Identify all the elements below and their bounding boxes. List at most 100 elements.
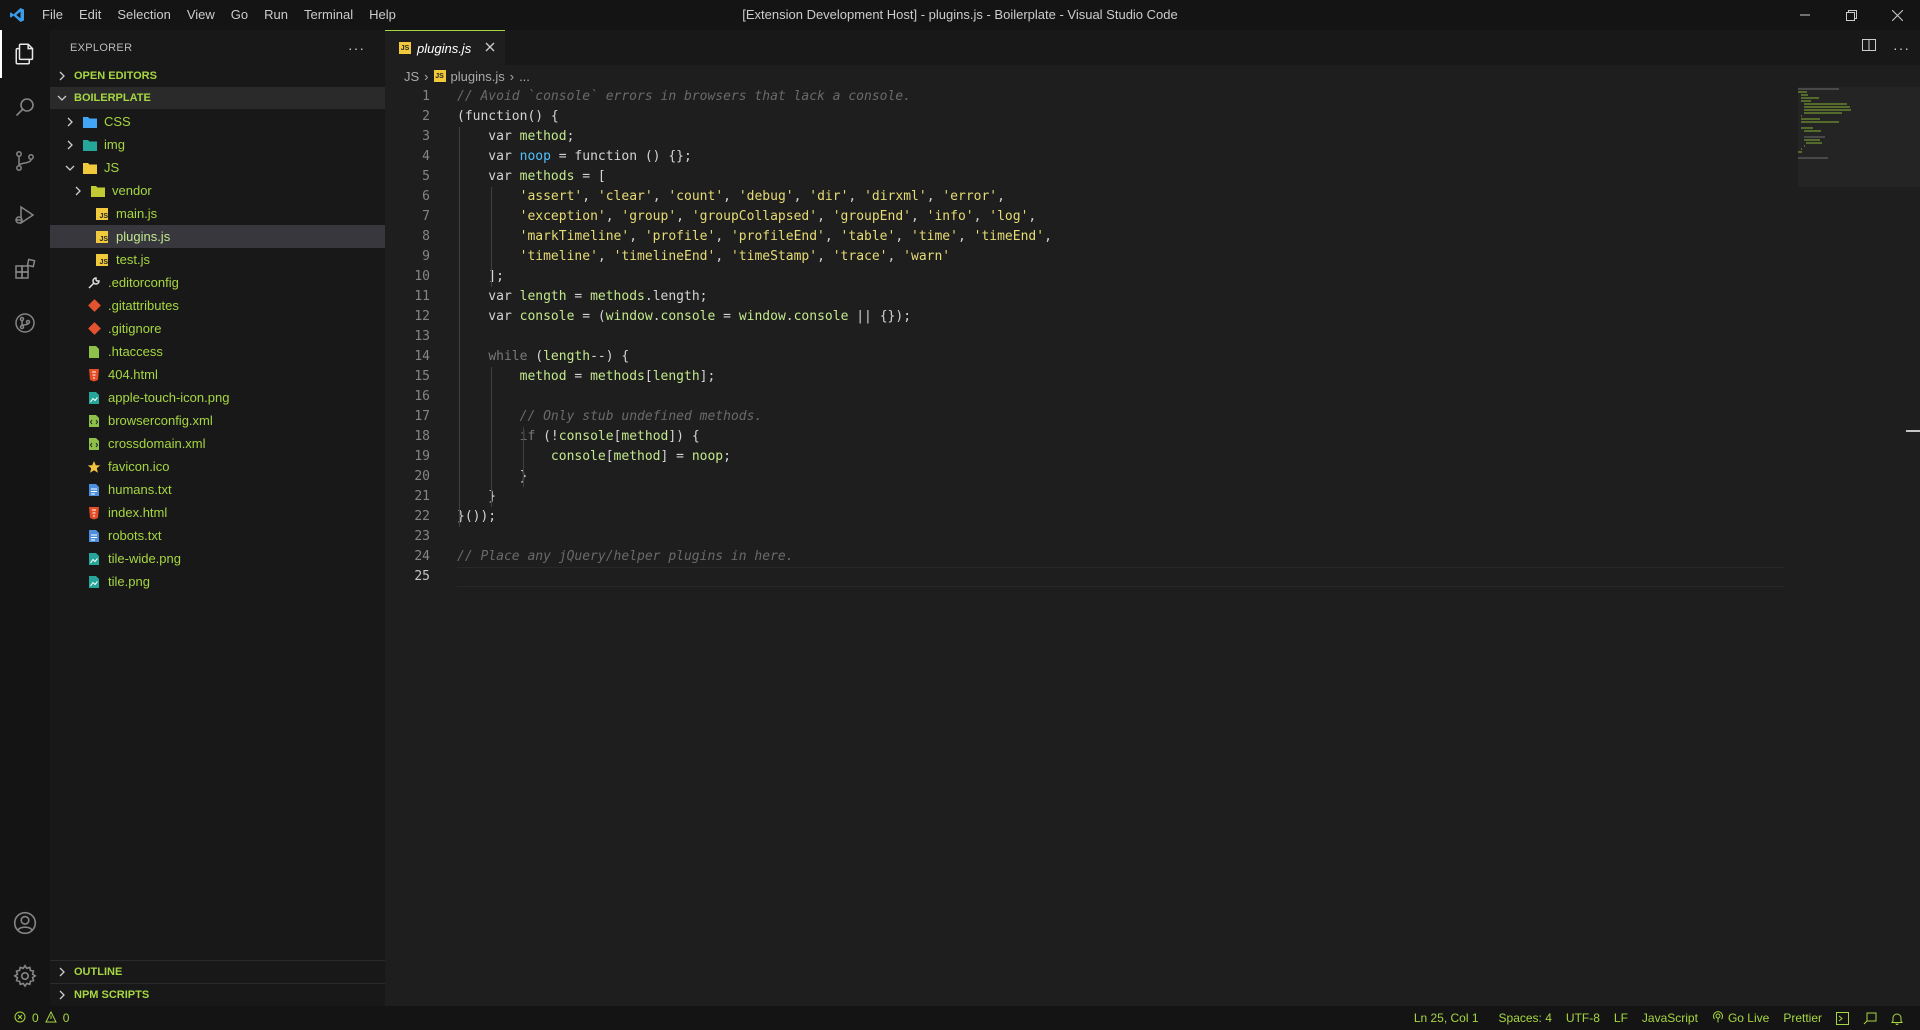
minimap-line — [1798, 91, 1808, 93]
file-item[interactable]: .gitattributes — [50, 294, 385, 317]
source-control-icon[interactable] — [0, 137, 50, 185]
file-item[interactable]: 404.html — [50, 363, 385, 386]
folder-item[interactable]: CSS — [50, 110, 385, 133]
xml-file-icon — [86, 413, 102, 429]
folder-item[interactable]: JS — [50, 156, 385, 179]
more-actions-icon[interactable]: ··· — [348, 40, 365, 56]
minimap-line — [1800, 121, 1839, 123]
close-window-icon[interactable] — [1874, 0, 1920, 30]
menu-go[interactable]: Go — [223, 0, 256, 30]
npm-scripts-section[interactable]: NPM SCRIPTS — [50, 983, 385, 1006]
menu-terminal[interactable]: Terminal — [296, 0, 361, 30]
go-live-button[interactable]: Go Live — [1705, 1010, 1776, 1026]
menu-view[interactable]: View — [179, 0, 223, 30]
line-number: 22 — [414, 509, 430, 524]
line-number: 21 — [414, 489, 430, 504]
file-item[interactable]: favicon.ico — [50, 455, 385, 478]
code-token: [ — [605, 449, 614, 464]
code-line: 14 while (length--) { — [385, 347, 1785, 367]
code-token: ]; — [457, 269, 504, 284]
minimize-icon[interactable] — [1782, 0, 1828, 30]
minimap[interactable] — [1798, 88, 1908, 173]
encoding[interactable]: UTF-8 — [1559, 1011, 1607, 1025]
code-token: // Place any jQuery/helper plugins in he… — [457, 549, 794, 564]
prettier-status[interactable]: Prettier — [1776, 1011, 1829, 1025]
breadcrumb-symbol[interactable]: ... — [519, 69, 530, 84]
file-item[interactable]: .editorconfig — [50, 271, 385, 294]
code-line: 6 'assert', 'clear', 'count', 'debug', '… — [385, 187, 1785, 207]
file-item[interactable]: humans.txt — [50, 478, 385, 501]
terminal-icon[interactable] — [1829, 1011, 1856, 1025]
more-editor-actions-icon[interactable]: ··· — [1893, 40, 1910, 56]
restore-icon[interactable] — [1828, 0, 1874, 30]
code-text: var length = methods.length; — [457, 287, 707, 307]
file-item[interactable]: JS plugins.js — [50, 225, 385, 248]
cursor-position[interactable]: Ln 25, Col 1 — [1407, 1011, 1486, 1025]
status-right: Ln 25, Col 1 Spaces: 4 UTF-8 LF JavaScri… — [1407, 1006, 1910, 1030]
file-item[interactable]: browserconfig.xml — [50, 409, 385, 432]
file-item[interactable]: JS main.js — [50, 202, 385, 225]
file-item[interactable]: index.html — [50, 501, 385, 524]
code-line: 3 var method; — [385, 127, 1785, 147]
menu-file[interactable]: File — [34, 0, 71, 30]
extensions-icon[interactable] — [0, 245, 50, 293]
indentation[interactable]: Spaces: 4 — [1492, 1011, 1559, 1025]
manage-gear-icon[interactable] — [0, 952, 50, 1000]
file-item[interactable]: crossdomain.xml — [50, 432, 385, 455]
file-item[interactable]: JS test.js — [50, 248, 385, 271]
tree-item-label: .editorconfig — [108, 275, 179, 290]
close-tab-icon[interactable] — [485, 39, 495, 57]
code-token: ] = — [660, 449, 692, 464]
breadcrumb-folder[interactable]: JS — [404, 69, 419, 84]
breadcrumb-file[interactable]: plugins.js — [451, 69, 505, 84]
file-item[interactable]: robots.txt — [50, 524, 385, 547]
minimap-line — [1800, 97, 1819, 99]
project-label: BOILERPLATE — [74, 92, 151, 104]
chevron-right-icon: › — [424, 68, 429, 84]
folder-item[interactable]: img — [50, 133, 385, 156]
file-item[interactable]: .gitignore — [50, 317, 385, 340]
code-token: console — [550, 449, 606, 464]
code-token: var — [457, 289, 520, 304]
error-icon — [14, 1011, 26, 1026]
code-line: 22}()); — [385, 507, 1785, 527]
warning-icon — [44, 1010, 57, 1026]
menu-help[interactable]: Help — [361, 0, 404, 30]
menu-edit[interactable]: Edit — [71, 0, 109, 30]
tab-plugins-js[interactable]: JS plugins.js — [385, 30, 506, 65]
project-section[interactable]: BOILERPLATE — [50, 87, 385, 109]
code-token: method — [621, 429, 669, 444]
file-item[interactable]: tile-wide.png — [50, 547, 385, 570]
line-number: 4 — [422, 149, 430, 164]
file-item[interactable]: tile.png — [50, 570, 385, 593]
line-number: 10 — [414, 269, 430, 284]
code-line: 25 — [385, 567, 1785, 587]
chevron-right-icon — [62, 117, 78, 127]
file-item[interactable]: apple-touch-icon.png — [50, 386, 385, 409]
code-text: var methods = [ — [457, 167, 605, 187]
editor-group: JS plugins.js ··· JS › JS plugins.js › .… — [385, 30, 1920, 1006]
menu-selection[interactable]: Selection — [109, 0, 178, 30]
code-token: . — [785, 309, 794, 324]
file-item[interactable]: .htaccess — [50, 340, 385, 363]
end-of-line[interactable]: LF — [1607, 1011, 1635, 1025]
explorer-icon[interactable] — [0, 30, 50, 78]
git-graph-icon[interactable] — [0, 299, 50, 347]
open-editors-section[interactable]: OPEN EDITORS — [50, 65, 385, 87]
feedback-icon[interactable] — [1856, 1012, 1884, 1025]
outline-section[interactable]: OUTLINE — [50, 960, 385, 983]
folder-item[interactable]: vendor — [50, 179, 385, 202]
split-editor-icon[interactable] — [1861, 37, 1877, 58]
code-line: 2 (function() { — [385, 107, 1785, 127]
git-file-icon — [86, 298, 102, 314]
accounts-icon[interactable] — [0, 899, 50, 947]
code-editor[interactable]: 1 // Avoid `console` errors in browsers t… — [385, 87, 1920, 1006]
tree-item-label: JS — [104, 160, 120, 175]
menu-run[interactable]: Run — [256, 0, 296, 30]
language-mode[interactable]: JavaScript — [1635, 1011, 1705, 1025]
run-debug-icon[interactable] — [0, 191, 50, 239]
search-icon[interactable] — [0, 83, 50, 131]
notifications-bell-icon[interactable] — [1884, 1012, 1910, 1025]
problems-indicator[interactable]: 0 0 — [0, 1010, 69, 1026]
